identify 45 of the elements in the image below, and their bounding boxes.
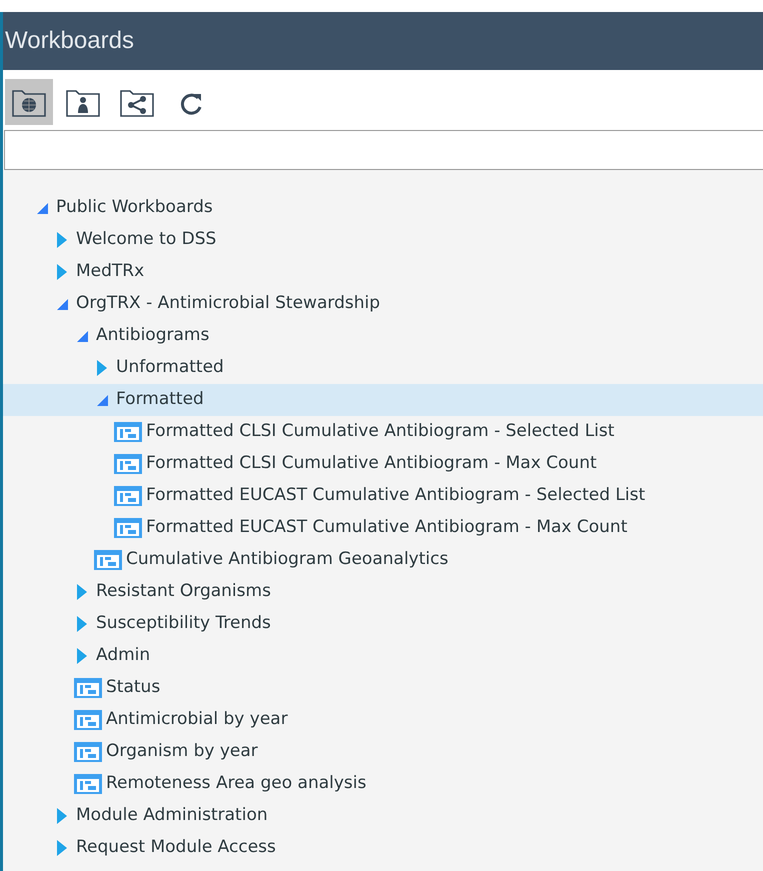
collapse-triangle-icon[interactable] xyxy=(55,297,69,311)
expand-triangle-icon[interactable] xyxy=(56,807,68,825)
tree-item[interactable]: Public Workboards xyxy=(3,192,763,224)
tree-item[interactable]: OrgTRX - Antimicrobial Stewardship xyxy=(3,288,763,320)
tree-item[interactable]: Module Administration xyxy=(3,800,763,832)
report-icon xyxy=(73,709,103,731)
tree-item[interactable]: Formatted EUCAST Cumulative Antibiogram - Selected List xyxy=(3,480,763,512)
tree-item[interactable]: Request Module Access xyxy=(3,832,763,864)
tree-item[interactable]: Resistant Organisms xyxy=(3,576,763,608)
tree-item[interactable]: Formatted xyxy=(3,384,763,416)
tree-item[interactable]: Formatted CLSI Cumulative Antibiogram - Selected List xyxy=(3,416,763,448)
collapse-triangle-icon[interactable] xyxy=(75,329,89,343)
tree-item[interactable]: Cumulative Antibiogram Geoanalytics xyxy=(3,544,763,576)
report-icon xyxy=(113,421,143,443)
tree-item[interactable]: Remoteness Area geo analysis xyxy=(3,768,763,800)
report-icon xyxy=(113,453,143,475)
report-icon xyxy=(113,485,143,507)
report-icon xyxy=(93,549,123,571)
tree-item[interactable]: Formatted CLSI Cumulative Antibiogram - Max Count xyxy=(3,448,763,480)
tree-item[interactable]: Antimicrobial by year xyxy=(3,704,763,736)
tree-item[interactable]: Admin xyxy=(3,640,763,672)
report-icon xyxy=(73,773,103,795)
tree-item[interactable]: Organism by year xyxy=(3,736,763,768)
expand-triangle-icon[interactable] xyxy=(56,231,68,249)
search-field[interactable] xyxy=(4,130,763,170)
tree-item[interactable]: Status xyxy=(3,672,763,704)
collapse-triangle-icon[interactable] xyxy=(35,201,49,215)
tree-item[interactable]: Unformatted xyxy=(3,352,763,384)
tree-item[interactable]: MedTRx xyxy=(3,256,763,288)
expand-triangle-icon[interactable] xyxy=(76,615,88,633)
collapse-triangle-icon[interactable] xyxy=(95,393,109,407)
window-title: Workboards xyxy=(3,12,763,70)
expand-triangle-icon[interactable] xyxy=(76,583,88,601)
report-icon xyxy=(113,517,143,539)
report-icon xyxy=(73,741,103,763)
toolbar-button[interactable] xyxy=(5,79,53,125)
tree-item[interactable]: Susceptibility Trends xyxy=(3,608,763,640)
tree-item[interactable]: Formatted EUCAST Cumulative Antibiogram - Max Count xyxy=(3,512,763,544)
expand-triangle-icon[interactable] xyxy=(56,263,68,281)
expand-triangle-icon[interactable] xyxy=(76,647,88,665)
report-icon xyxy=(73,677,103,699)
tree-item[interactable]: Antibiograms xyxy=(3,320,763,352)
expand-triangle-icon[interactable] xyxy=(56,839,68,857)
tree-item[interactable]: Welcome to DSS xyxy=(3,224,763,256)
expand-triangle-icon[interactable] xyxy=(96,359,108,377)
